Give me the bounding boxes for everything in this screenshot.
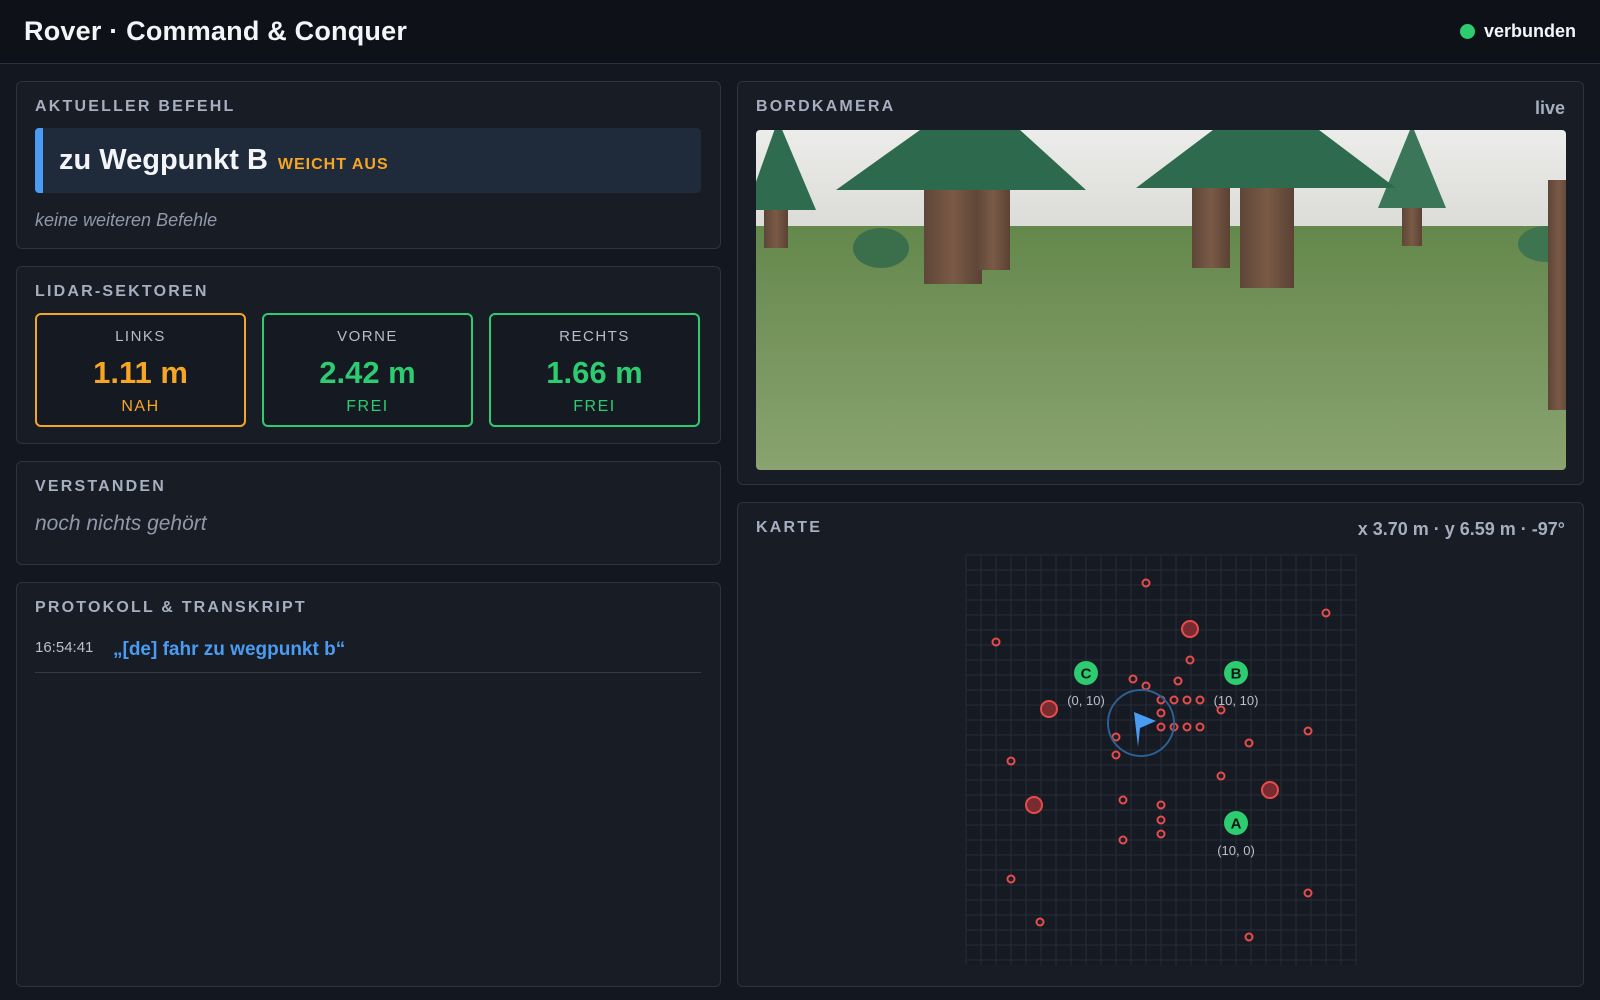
current-command-text: zu Wegpunkt B	[59, 144, 268, 176]
top-bar: Rover · Command & Conquer verbunden	[0, 0, 1600, 64]
obstacle-dot-icon	[1025, 796, 1043, 814]
obstacle-dot-icon	[1040, 700, 1058, 718]
understood-panel: VERSTANDEN noch nichts gehört	[16, 461, 721, 565]
camera-live-indicator: live	[1534, 98, 1565, 118]
camera-panel: BORDKAMERA live	[737, 81, 1584, 485]
sector-distance: 1.66 m	[546, 355, 643, 390]
command-queue-note: keine weiteren Befehle	[35, 210, 218, 230]
panel-title: VERSTANDEN	[35, 478, 167, 495]
map-canvas[interactable]: C (0, 10) B (10, 10) A (10, 0)	[738, 503, 1585, 988]
panel-title: LIDAR-SEKTOREN	[35, 283, 209, 300]
panel-title: BORDKAMERA	[756, 98, 896, 115]
sector-state: FREI	[573, 398, 616, 415]
command-status-badge: WEICHT AUS	[277, 155, 389, 173]
log-timestamp: 16:54:41	[35, 639, 94, 656]
camera-feed	[756, 130, 1566, 470]
understood-text: noch nichts gehört	[35, 512, 207, 535]
sector-distance: 2.42 m	[319, 355, 416, 390]
sector-state: NAH	[121, 398, 160, 415]
camera-image	[756, 130, 1566, 470]
lidar-sector-right: RECHTS 1.66 m FREI	[489, 313, 700, 427]
waypoint-label: A	[1231, 816, 1242, 833]
waypoint-coordinates: (10, 0)	[1217, 843, 1255, 858]
current-command-box: zu Wegpunkt B WEICHT AUS	[35, 128, 701, 193]
sector-distance: 1.11 m	[93, 355, 188, 390]
current-command-panel: AKTUELLER BEFEHL zu Wegpunkt B WEICHT AU…	[16, 81, 721, 249]
lidar-sector-left: LINKS 1.11 m NAH	[35, 313, 246, 427]
map-grid	[965, 554, 1357, 965]
app-title: Rover · Command & Conquer	[24, 16, 408, 46]
connection-label: verbunden	[1483, 21, 1576, 41]
lidar-panel: LIDAR-SEKTOREN LINKS 1.11 m NAH VORNE 2.…	[16, 266, 721, 444]
obstacle-dot-icon	[1261, 781, 1279, 799]
lidar-sector-front: VORNE 2.42 m FREI	[262, 313, 473, 427]
waypoint-coordinates: (0, 10)	[1067, 693, 1105, 708]
sector-label: LINKS	[115, 328, 166, 345]
sector-state: FREI	[346, 398, 389, 415]
panel-title: AKTUELLER BEFEHL	[35, 98, 236, 115]
log-panel: PROTOKOLL & TRANSKRIPT 16:54:41 „[de] fa…	[16, 582, 721, 987]
map-panel: KARTE x 3.70 m · y 6.59 m · -97° C (0, 1…	[737, 502, 1584, 987]
waypoint-coordinates: (10, 10)	[1214, 693, 1259, 708]
log-transcript: „[de] fahr zu wegpunkt b“	[113, 639, 346, 660]
waypoint-label: C	[1081, 666, 1092, 683]
obstacle-dot-icon	[1181, 620, 1199, 638]
connection-status: verbunden	[1459, 21, 1576, 42]
sector-label: VORNE	[337, 328, 398, 345]
panel-title: PROTOKOLL & TRANSKRIPT	[35, 599, 307, 616]
sector-label: RECHTS	[559, 328, 630, 345]
log-entry: 16:54:41 „[de] fahr zu wegpunkt b“	[35, 635, 701, 673]
status-dot-icon	[1459, 24, 1475, 39]
waypoint-label: B	[1231, 666, 1242, 683]
